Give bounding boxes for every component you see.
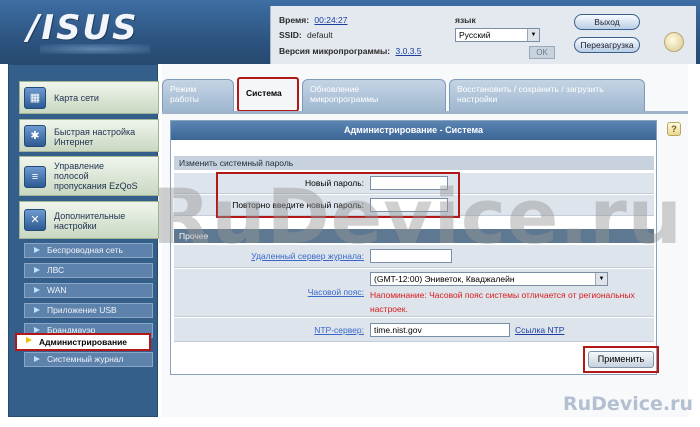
ntp-link[interactable]: Ссылка NTP (515, 325, 564, 335)
label-line: Дополнительные (54, 211, 126, 221)
firmware-line: Версия микропрограммы: 3.0.3.5 (279, 46, 422, 56)
logo-glow (40, 44, 150, 54)
log-server-label[interactable]: Удаленный сервер журнала: (251, 251, 364, 261)
arrow-right-icon (34, 287, 40, 293)
sidebar-item-lan[interactable]: ЛВС (24, 263, 153, 278)
sidebar-item-quick-setup[interactable]: ✱ Быстрая настройка Интернет (19, 119, 159, 152)
log-server-input[interactable] (370, 249, 452, 263)
arrow-right-icon (26, 337, 32, 343)
tab-restore-save[interactable]: Восстановить / сохранить / загрузить нас… (449, 79, 645, 111)
time-value[interactable]: 00:24:27 (314, 15, 347, 25)
tab-label: настройки (457, 94, 498, 104)
wizard-icon: ✱ (24, 125, 46, 147)
sidebar-item-syslog[interactable]: Системный журнал (24, 352, 153, 367)
label-line: Управление (54, 161, 105, 171)
sidebar-item-label: Приложение USB (47, 305, 117, 315)
ssid-label: SSID: (279, 30, 302, 40)
password-section-header: Изменить системный пароль (174, 156, 654, 170)
timezone-warning: Напоминание: Часовой пояс системы отлича… (370, 290, 635, 314)
reboot-button[interactable]: Перезагрузка (574, 37, 640, 53)
sidebar: ▦ Карта сети ✱ Быстрая настройка Интерне… (8, 64, 159, 417)
misc-section-header: Прочее (174, 229, 654, 243)
language-value: Русский (459, 30, 491, 40)
confirm-password-row: Повторно введите новый пароль: (174, 195, 654, 216)
arrow-right-icon (34, 267, 40, 273)
tab-label: Восстановить / сохранить / загрузить (457, 84, 604, 94)
ssid-value: default (307, 30, 333, 40)
chevron-down-icon: ▼ (595, 273, 607, 285)
label-line: Интернет (54, 137, 94, 147)
bandwidth-icon: ≡ (24, 166, 46, 188)
apply-button[interactable]: Применить (588, 351, 654, 368)
timezone-label[interactable]: Часовой пояс: (308, 287, 364, 297)
page-title: Администрирование - Система (171, 121, 656, 140)
tab-label: Режим (170, 84, 197, 94)
label-line: пропускания EzQoS (54, 181, 138, 191)
tab-label: микропрограммы (310, 94, 379, 104)
label-line: Быстрая настройка (54, 127, 136, 137)
sidebar-item-label: Беспроводная сеть (47, 245, 123, 255)
sidebar-item-label: Карта сети (54, 93, 99, 103)
arrow-right-icon (34, 307, 40, 313)
timezone-value: (GMT-12:00) Эниветок, Кваджалейн (374, 274, 515, 284)
timezone-row: Часовой пояс: (GMT-12:00) Эниветок, Квад… (174, 269, 654, 317)
sidebar-item-advanced[interactable]: ✕ Дополнительные настройки (19, 201, 159, 239)
tab-label: Система (246, 88, 282, 98)
tools-icon: ✕ (24, 209, 46, 231)
new-password-label: Новый пароль: (305, 178, 364, 188)
language-ok-button[interactable]: OK (529, 46, 555, 59)
logout-button[interactable]: Выход (574, 14, 640, 30)
tab-firmware-update[interactable]: Обновление микропрограммы (302, 79, 446, 111)
timezone-select[interactable]: (GMT-12:00) Эниветок, Кваджалейн ▼ (370, 272, 608, 286)
sidebar-item-label: Быстрая настройка Интернет (54, 127, 135, 147)
sidebar-item-label: Системный журнал (47, 354, 124, 364)
tab-divider (162, 111, 688, 114)
time-line: Время: 00:24:27 (279, 15, 348, 25)
confirm-password-label: Повторно введите новый пароль: (232, 200, 364, 210)
label-line: полосой (54, 171, 89, 181)
sidebar-item-ezqos[interactable]: ≡ Управление полосой пропускания EzQoS (19, 156, 159, 196)
sidebar-item-network-map[interactable]: ▦ Карта сети (19, 81, 159, 114)
sidebar-item-wan[interactable]: WAN (24, 283, 153, 298)
confirm-password-input[interactable] (370, 198, 448, 212)
sidebar-item-administration[interactable]: Администрирование (15, 333, 151, 351)
settings-icon[interactable] (664, 32, 684, 52)
network-map-icon: ▦ (24, 87, 46, 109)
watermark-small: RuDevice.ru (563, 393, 693, 415)
sidebar-item-label: Управление полосой пропускания EzQoS (54, 161, 138, 191)
time-label: Время: (279, 15, 310, 25)
language-label: язык (455, 15, 476, 25)
firmware-value[interactable]: 3.0.3.5 (396, 46, 422, 56)
tab-label: Обновление (310, 84, 360, 94)
label-line: настройки (54, 221, 97, 231)
sidebar-item-wireless[interactable]: Беспроводная сеть (24, 243, 153, 258)
main-area: Режим работы Система Обновление микропро… (162, 64, 688, 417)
ntp-input[interactable]: time.nist.gov (370, 323, 510, 337)
ssid-line: SSID: default (279, 30, 333, 40)
language-select[interactable]: Русский ▼ (455, 28, 540, 42)
help-icon[interactable]: ? (667, 122, 681, 136)
arrow-right-icon (34, 247, 40, 253)
ntp-row: NTP-сервер: time.nist.gov Ссылка NTP (174, 318, 654, 342)
sidebar-item-usb[interactable]: Приложение USB (24, 303, 153, 318)
sidebar-item-label: Дополнительные настройки (54, 211, 125, 231)
new-password-input[interactable] (370, 176, 448, 190)
sidebar-item-label: WAN (47, 285, 67, 295)
sidebar-item-label: Администрирование (39, 337, 128, 347)
status-panel: Время: 00:24:27 SSID: default Версия мик… (270, 6, 696, 64)
tab-operation-mode[interactable]: Режим работы (162, 79, 234, 111)
arrow-right-icon (34, 356, 40, 362)
asus-logo: /ISUS (27, 8, 139, 48)
chevron-down-icon: ▼ (527, 29, 539, 41)
new-password-row: Новый пароль: (174, 173, 654, 194)
tab-system[interactable]: Система (237, 77, 299, 112)
sidebar-item-label: ЛВС (47, 265, 65, 275)
header: /ISUS Время: 00:24:27 SSID: default Верс… (0, 0, 700, 64)
tab-label: работы (170, 94, 199, 104)
log-server-row: Удаленный сервер журнала: (174, 245, 654, 268)
content-panel: Администрирование - Система Изменить сис… (170, 120, 659, 375)
firmware-label: Версия микропрограммы: (279, 46, 391, 56)
ntp-label[interactable]: NTP-сервер: (314, 325, 364, 335)
